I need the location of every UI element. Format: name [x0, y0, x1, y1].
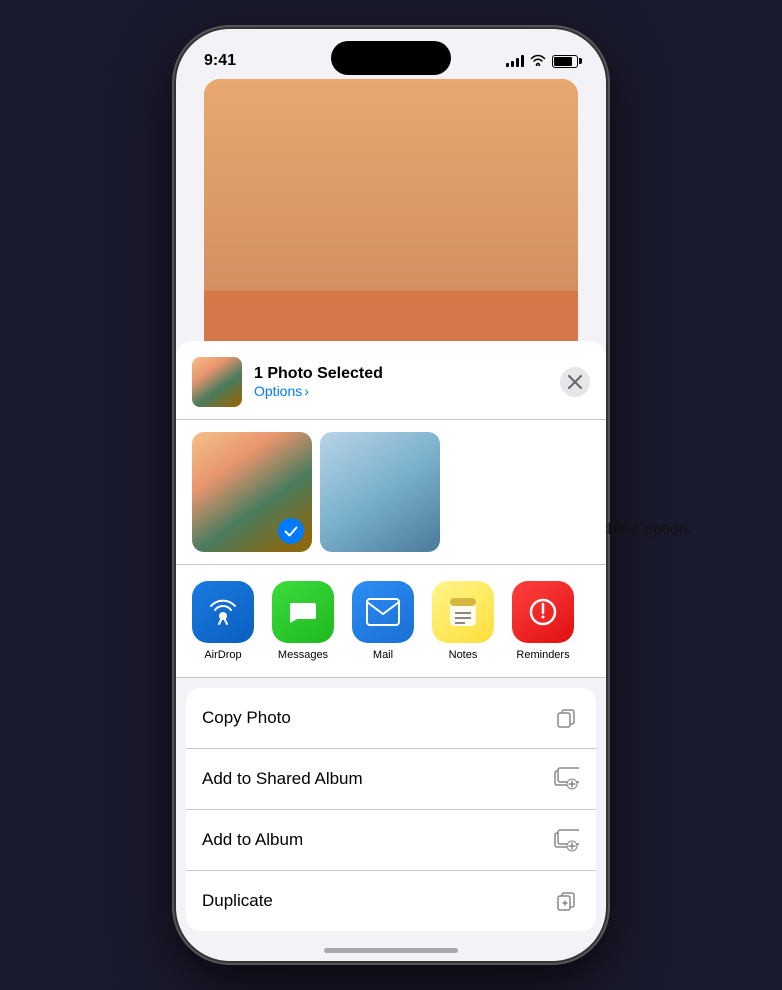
- share-sheet: 1 Photo Selected Options ›: [176, 341, 606, 961]
- share-icon-airdrop[interactable]: AirDrop: [192, 581, 254, 661]
- share-header: 1 Photo Selected Options ›: [176, 341, 606, 420]
- share-title: 1 Photo Selected: [254, 365, 548, 383]
- photo-strip: [176, 420, 606, 565]
- phone-screen: 9:41: [176, 29, 606, 961]
- copy-photo-label: Copy Photo: [202, 708, 291, 728]
- add-shared-album-row[interactable]: Add to Shared Album: [186, 749, 596, 810]
- action-rows: Copy Photo Add to Shared Album: [186, 688, 596, 931]
- duplicate-row[interactable]: Duplicate: [186, 871, 596, 931]
- dynamic-island: [331, 41, 451, 75]
- add-album-row[interactable]: Add to Album: [186, 810, 596, 871]
- close-button[interactable]: [560, 367, 590, 397]
- copy-photo-row[interactable]: Copy Photo: [186, 688, 596, 749]
- copy-photo-icon: [552, 704, 580, 732]
- options-link[interactable]: Options ›: [254, 383, 548, 399]
- share-icon-reminders[interactable]: Reminders: [512, 581, 574, 661]
- add-shared-album-label: Add to Shared Album: [202, 769, 363, 789]
- status-icons: [506, 53, 578, 69]
- notes-icon-bg: [432, 581, 494, 643]
- strip-photo-1[interactable]: [192, 432, 312, 552]
- selected-photo-thumb: [192, 357, 242, 407]
- share-icon-messages[interactable]: Messages: [272, 581, 334, 661]
- add-album-icon: [552, 826, 580, 854]
- share-header-text: 1 Photo Selected Options ›: [254, 365, 548, 399]
- strip-photo-2[interactable]: [320, 432, 440, 552]
- add-album-label: Add to Album: [202, 830, 303, 850]
- add-shared-album-icon: [552, 765, 580, 793]
- airdrop-label: AirDrop: [204, 649, 241, 661]
- messages-label: Messages: [278, 649, 328, 661]
- mail-icon-bg: [352, 581, 414, 643]
- mail-label: Mail: [373, 649, 393, 661]
- duplicate-icon: [552, 887, 580, 915]
- wifi-icon: [530, 53, 546, 69]
- notes-label: Notes: [449, 649, 478, 661]
- home-indicator: [324, 948, 458, 953]
- status-time: 9:41: [204, 52, 236, 70]
- airdrop-icon-bg: [192, 581, 254, 643]
- share-icon-notes[interactable]: Notes: [432, 581, 494, 661]
- share-icon-mail[interactable]: Mail: [352, 581, 414, 661]
- share-icons-row: AirDrop Messages: [176, 565, 606, 678]
- battery-icon: [552, 55, 578, 68]
- duplicate-label: Duplicate: [202, 891, 273, 911]
- messages-icon-bg: [272, 581, 334, 643]
- reminders-label: Reminders: [516, 649, 569, 661]
- reminders-icon-bg: [512, 581, 574, 643]
- photo-check: [278, 518, 304, 544]
- signal-icon: [506, 55, 524, 67]
- phone-frame: 9:41: [176, 29, 606, 961]
